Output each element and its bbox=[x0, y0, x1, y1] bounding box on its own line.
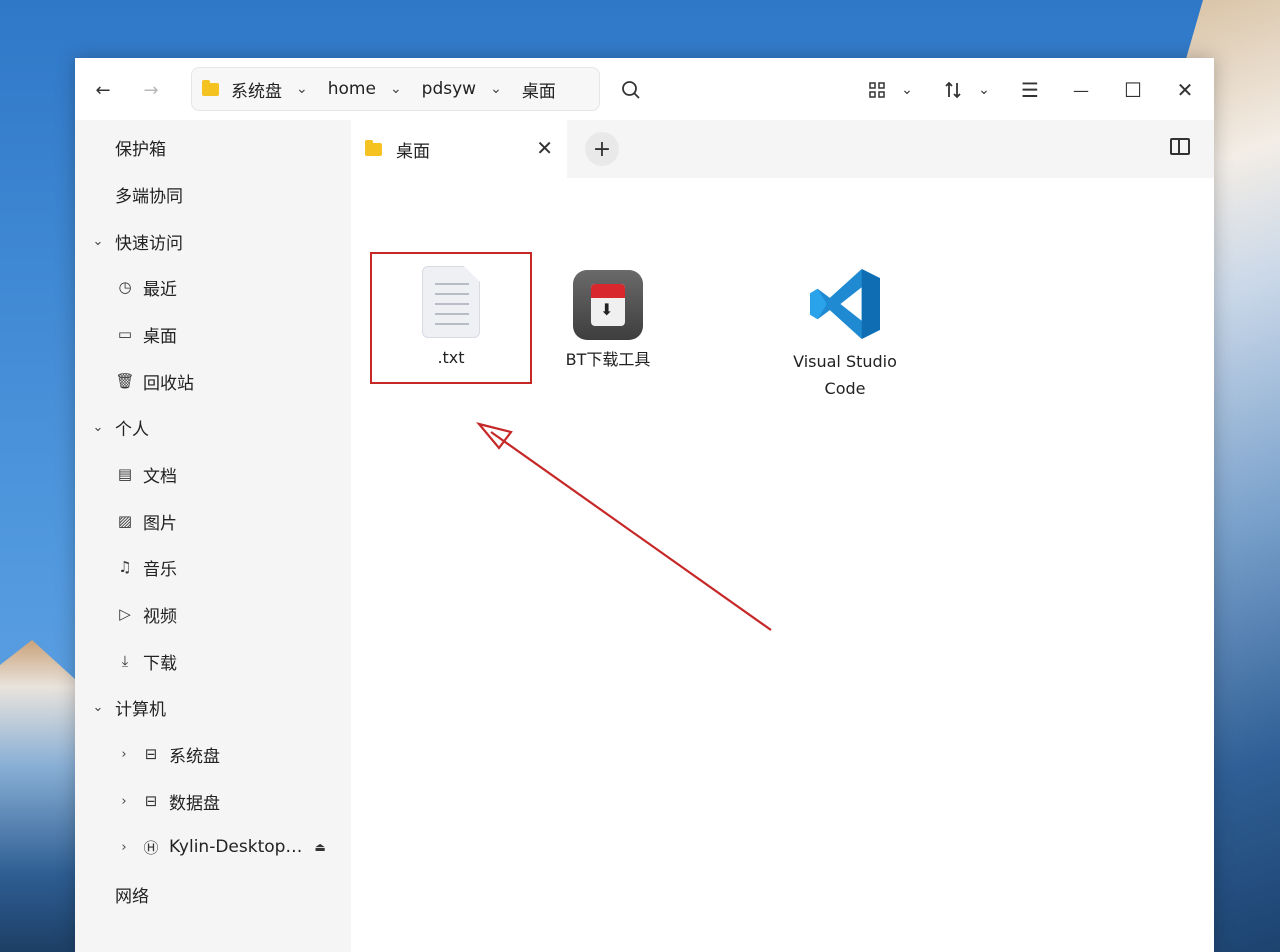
clock-icon: ◷ bbox=[118, 278, 132, 296]
forward-button[interactable]: → bbox=[137, 76, 165, 104]
menu-button[interactable]: ☰ bbox=[1015, 75, 1045, 105]
sidebar-item-pictures[interactable]: ▨ 图片 bbox=[115, 504, 177, 538]
maximize-button[interactable]: ☐ bbox=[1118, 75, 1148, 105]
breadcrumb-item-home[interactable]: home ⌄ bbox=[328, 79, 422, 99]
sidebar-section-computer[interactable]: ⌄ 计算机 bbox=[87, 690, 166, 724]
breadcrumb-item-user[interactable]: pdsyw ⌄ bbox=[422, 79, 522, 99]
sidebar-item-music[interactable]: ♫ 音乐 bbox=[115, 550, 177, 584]
sidebar-item-kylin-disk[interactable]: › Ⓗ Kylin-Desktop… ⏏ bbox=[113, 830, 325, 864]
view-mode-button[interactable]: ⌄ bbox=[865, 76, 917, 104]
chevron-right-icon[interactable]: › bbox=[113, 747, 135, 762]
sidebar-section-personal[interactable]: ⌄ 个人 bbox=[87, 410, 149, 444]
close-icon: ✕ bbox=[1176, 78, 1194, 102]
back-button[interactable]: ← bbox=[89, 76, 117, 104]
menu-icon: ☰ bbox=[1021, 78, 1039, 102]
sidebar-item-downloads[interactable]: ⤓ 下载 bbox=[115, 644, 177, 678]
add-tab-button[interactable]: + bbox=[585, 132, 619, 166]
minimize-button[interactable]: — bbox=[1066, 75, 1096, 105]
file-view: .txt ⬇ BT下载工具 Visual Studio Code bbox=[351, 178, 1214, 952]
breadcrumb-item-system[interactable]: 系统盘 ⌄ bbox=[231, 77, 328, 102]
minimize-icon: — bbox=[1073, 80, 1089, 100]
chevron-right-icon[interactable]: › bbox=[113, 840, 135, 855]
video-icon: ▷ bbox=[119, 605, 131, 623]
annotation-arrow bbox=[475, 422, 772, 631]
back-icon: ← bbox=[95, 79, 111, 101]
chevron-down-icon[interactable]: ⌄ bbox=[87, 700, 109, 715]
tab-bar: 桌面 ✕ + bbox=[351, 120, 1214, 178]
chevron-down-icon[interactable]: ⌄ bbox=[87, 234, 109, 249]
close-icon[interactable]: ✕ bbox=[536, 136, 553, 160]
chevron-down-icon: ⌄ bbox=[901, 82, 913, 98]
search-icon bbox=[622, 81, 640, 99]
breadcrumb-item-desktop[interactable]: 桌面 bbox=[522, 77, 556, 102]
tab-desktop[interactable]: 桌面 ✕ bbox=[351, 120, 567, 178]
music-note-icon: ♫ bbox=[118, 558, 132, 576]
sidebar-item-desktop[interactable]: ▭ 桌面 bbox=[115, 317, 177, 351]
image-icon: ▨ bbox=[117, 512, 133, 530]
drive-icon: ⊟ bbox=[144, 792, 158, 810]
maximize-icon: ☐ bbox=[1124, 78, 1142, 102]
chevron-right-icon[interactable]: › bbox=[113, 794, 135, 809]
sidebar: 保护箱 多端协同 ⌄ 快速访问 ◷ 最近 ▭ 桌面 🗑︎ 回收站 ⌄ 个人 ▤ … bbox=[75, 120, 351, 952]
sidebar-item-documents[interactable]: ▤ 文档 bbox=[115, 457, 177, 491]
chevron-down-icon[interactable]: ⌄ bbox=[390, 81, 402, 97]
close-button[interactable]: ✕ bbox=[1170, 75, 1200, 105]
sidebar-item-system-disk[interactable]: › ⊟ 系统盘 bbox=[113, 737, 220, 771]
grid-view-icon bbox=[869, 82, 885, 98]
folder-icon bbox=[202, 79, 219, 96]
sidebar-item-data-disk[interactable]: › ⊟ 数据盘 bbox=[113, 784, 220, 818]
chevron-down-icon[interactable]: ⌄ bbox=[87, 420, 109, 435]
sidebar-section-quick-access[interactable]: ⌄ 快速访问 bbox=[87, 224, 183, 258]
eject-icon[interactable]: ⏏ bbox=[314, 840, 325, 854]
chevron-down-icon[interactable]: ⌄ bbox=[490, 81, 502, 97]
sort-button[interactable]: ⌄ bbox=[941, 76, 993, 104]
sidebar-item-videos[interactable]: ▷ 视频 bbox=[115, 597, 177, 631]
plus-icon: + bbox=[592, 136, 612, 162]
search-button[interactable] bbox=[617, 76, 645, 104]
monitor-icon: ▭ bbox=[117, 325, 133, 343]
sidebar-item-vault[interactable]: 保护箱 bbox=[115, 130, 166, 164]
sidebar-item-trash[interactable]: 🗑︎ 回收站 bbox=[115, 364, 194, 398]
sort-icon bbox=[945, 81, 961, 99]
titlebar: ← → 系统盘 ⌄ home ⌄ pdsyw ⌄ 桌面 ⌄ ⌄ ☰ — ☐ ✕ bbox=[75, 58, 1214, 120]
download-icon: ⤓ bbox=[121, 652, 129, 670]
sidebar-item-recent[interactable]: ◷ 最近 bbox=[115, 270, 177, 304]
sidebar-item-network[interactable]: 网络 bbox=[115, 877, 149, 911]
document-icon: ▤ bbox=[117, 465, 133, 483]
hdd-icon: Ⓗ bbox=[143, 838, 159, 857]
file-manager-window: ← → 系统盘 ⌄ home ⌄ pdsyw ⌄ 桌面 ⌄ ⌄ ☰ — ☐ ✕ … bbox=[75, 58, 1214, 952]
chevron-down-icon: ⌄ bbox=[978, 82, 990, 98]
wallpaper-mountain-left bbox=[0, 640, 80, 952]
sidebar-item-multi-device[interactable]: 多端协同 bbox=[115, 177, 183, 211]
breadcrumb[interactable]: 系统盘 ⌄ home ⌄ pdsyw ⌄ 桌面 bbox=[191, 67, 600, 111]
chevron-down-icon[interactable]: ⌄ bbox=[296, 81, 308, 97]
trash-icon: 🗑︎ bbox=[115, 372, 135, 390]
forward-icon: → bbox=[143, 79, 159, 101]
side-panel-toggle-icon[interactable] bbox=[1170, 138, 1190, 155]
folder-icon bbox=[365, 139, 382, 156]
drive-icon: ⊟ bbox=[144, 745, 158, 763]
